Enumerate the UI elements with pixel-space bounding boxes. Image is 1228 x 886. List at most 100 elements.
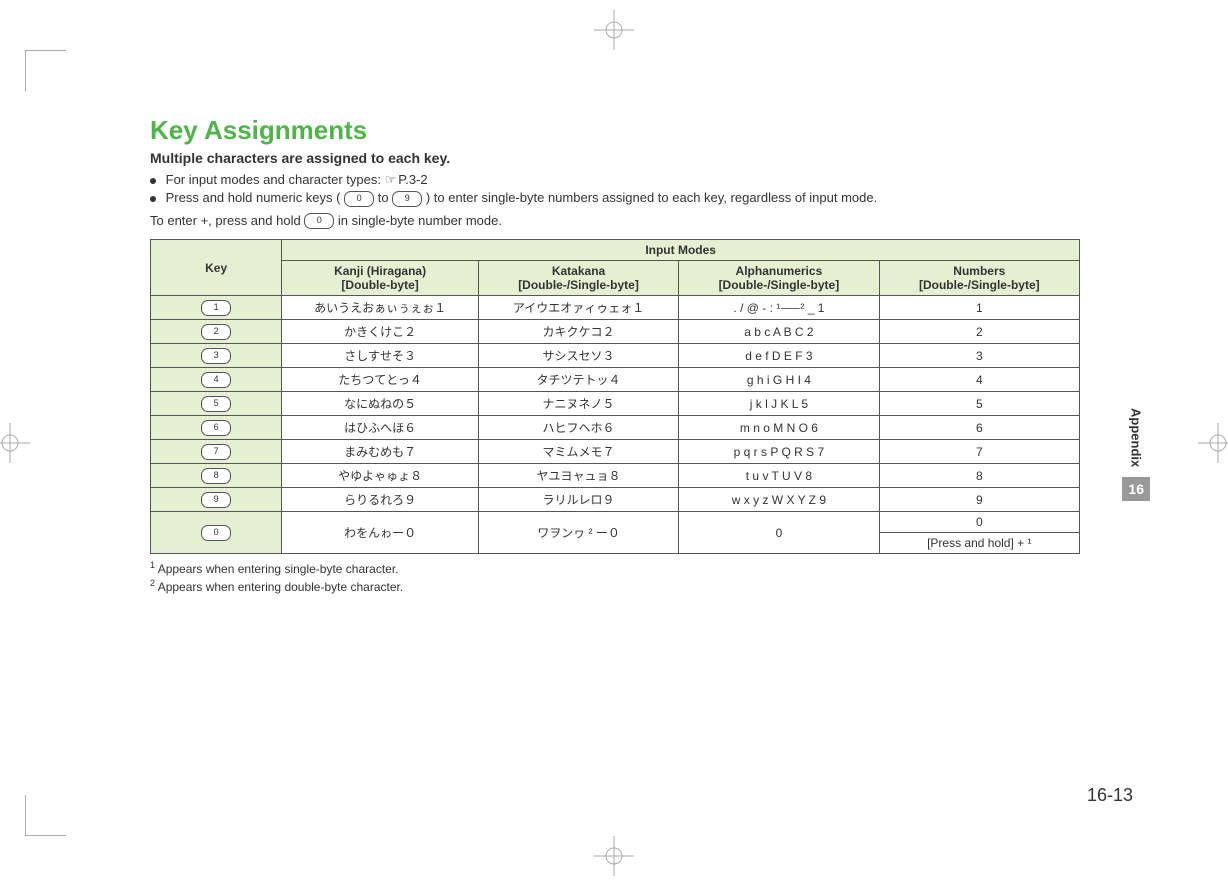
note-a: To enter +, press and hold <box>150 213 304 228</box>
number-cell-hold: [Press and hold] + ¹ <box>879 533 1079 554</box>
cross-ref: P.3-2 <box>398 172 427 187</box>
kanji-cell: やゆよゃゅょ８ <box>282 464 479 488</box>
key-cell: 9 <box>151 488 282 512</box>
th-modes: Input Modes <box>282 240 1080 261</box>
alpha-cell: t u v T U V 8 <box>679 464 879 488</box>
subtitle: Multiple characters are assigned to each… <box>150 150 1128 166</box>
note-line: To enter +, press and hold 0 in single-b… <box>150 213 1128 230</box>
key-cell: 8 <box>151 464 282 488</box>
katakana-cell: ワヲンヮ ² ー０ <box>478 512 678 554</box>
footnotes: 1 Appears when entering single-byte char… <box>150 560 1128 594</box>
alpha-cell: m n o M N O 6 <box>679 416 879 440</box>
table-row: 3さしすせそ３サシスセソ３d e f D E F 33 <box>151 344 1080 368</box>
side-tab: Appendix 16 <box>1122 400 1150 600</box>
key-0-icon: 0 <box>344 191 374 207</box>
key-4-icon: 4 <box>201 372 231 388</box>
page-title: Key Assignments <box>150 115 1128 146</box>
reg-mark-left <box>0 423 30 463</box>
kanji-cell: さしすせそ３ <box>282 344 479 368</box>
katakana-cell: マミムメモ７ <box>478 440 678 464</box>
key-0-icon: 0 <box>304 213 334 229</box>
alpha-cell: 0 <box>679 512 879 554</box>
th-katakana: Katakana[Double-/Single-byte] <box>478 261 678 296</box>
number-cell: 8 <box>879 464 1079 488</box>
alpha-cell: . / @ - : ¹⸺² _ 1 <box>679 296 879 320</box>
key-assignments-table: Key Input Modes Kanji (Hiragana)[Double-… <box>150 239 1080 554</box>
kanji-cell: かきくけこ２ <box>282 320 479 344</box>
bullet-1-text: For input modes and character types: <box>166 172 385 187</box>
bullet-2-c: ) to enter single-byte numbers assigned … <box>426 190 877 205</box>
bullet-2-a: Press and hold numeric keys ( <box>166 190 341 205</box>
key-8-icon: 8 <box>201 468 231 484</box>
number-cell: 7 <box>879 440 1079 464</box>
katakana-cell: ナニヌネノ５ <box>478 392 678 416</box>
number-cell: 2 <box>879 320 1079 344</box>
number-cell: 9 <box>879 488 1079 512</box>
table-row: 5なにぬねの５ナニヌネノ５j k l J K L 55 <box>151 392 1080 416</box>
katakana-cell: ヤユヨャュョ８ <box>478 464 678 488</box>
key-cell: 4 <box>151 368 282 392</box>
alpha-cell: d e f D E F 3 <box>679 344 879 368</box>
th-numbers: Numbers[Double-/Single-byte] <box>879 261 1079 296</box>
table-row: 2かきくけこ２カキクケコ２a b c A B C 22 <box>151 320 1080 344</box>
key-cell: 1 <box>151 296 282 320</box>
key-1-icon: 1 <box>201 300 231 316</box>
th-kanji: Kanji (Hiragana)[Double-byte] <box>282 261 479 296</box>
side-chapter-number: 16 <box>1122 477 1150 501</box>
bullet-2-b: to <box>378 190 392 205</box>
table-row: 8やゆよゃゅょ８ヤユヨャュョ８t u v T U V 88 <box>151 464 1080 488</box>
intro-bullets: For input modes and character types: ☞P.… <box>150 172 1128 207</box>
note-b: in single-byte number mode. <box>338 213 502 228</box>
key-cell: 5 <box>151 392 282 416</box>
number-cell: 4 <box>879 368 1079 392</box>
table-row: 9らりるれろ９ラリルレロ９w x y z W X Y Z 99 <box>151 488 1080 512</box>
key-7-icon: 7 <box>201 444 231 460</box>
katakana-cell: アイウエオァィゥェォ１ <box>478 296 678 320</box>
bullet-dot-icon <box>150 196 156 202</box>
key-cell: 2 <box>151 320 282 344</box>
key-3-icon: 3 <box>201 348 231 364</box>
table-row: 6はひふへほ６ハヒフヘホ６m n o M N O 66 <box>151 416 1080 440</box>
alpha-cell: j k l J K L 5 <box>679 392 879 416</box>
key-cell: 6 <box>151 416 282 440</box>
reg-mark-right <box>1198 423 1228 463</box>
pointer-icon: ☞ <box>385 172 397 188</box>
table-row: 7まみむめも７マミムメモ７p q r s P Q R S 77 <box>151 440 1080 464</box>
key-5-icon: 5 <box>201 396 231 412</box>
reg-mark-bottom <box>594 836 634 876</box>
alpha-cell: a b c A B C 2 <box>679 320 879 344</box>
footnote-2: 2 Appears when entering double-byte char… <box>150 578 1128 594</box>
table-row: 0わをんゎー０ワヲンヮ ² ー０00 <box>151 512 1080 533</box>
kanji-cell: らりるれろ９ <box>282 488 479 512</box>
table-row: 1 あいうえおぁぃぅぇぉ１アイウエオァィゥェォ１. / @ - : ¹⸺² _ 1… <box>151 296 1080 320</box>
page: Key Assignments Multiple characters are … <box>0 0 1228 886</box>
bullet-2: Press and hold numeric keys ( 0 to 9 ) t… <box>150 190 1128 207</box>
alpha-cell: g h i G H I 4 <box>679 368 879 392</box>
key-9-icon: 9 <box>201 492 231 508</box>
kanji-cell: わをんゎー０ <box>282 512 479 554</box>
key-9-icon: 9 <box>392 191 422 207</box>
number-cell: 5 <box>879 392 1079 416</box>
key-cell: 0 <box>151 512 282 554</box>
bullet-1: For input modes and character types: ☞P.… <box>150 172 1128 188</box>
katakana-cell: タチツテトッ４ <box>478 368 678 392</box>
kanji-cell: たちつてとっ４ <box>282 368 479 392</box>
kanji-cell: はひふへほ６ <box>282 416 479 440</box>
kanji-cell: なにぬねの５ <box>282 392 479 416</box>
crop-mark-tl <box>25 50 66 91</box>
th-key: Key <box>151 240 282 296</box>
key-2-icon: 2 <box>201 324 231 340</box>
page-number: 16-13 <box>1087 785 1133 806</box>
table-row: 4たちつてとっ４タチツテトッ４g h i G H I 44 <box>151 368 1080 392</box>
number-cell: 1 <box>879 296 1079 320</box>
katakana-cell: ハヒフヘホ６ <box>478 416 678 440</box>
footnote-1: 1 Appears when entering single-byte char… <box>150 560 1128 576</box>
alpha-cell: p q r s P Q R S 7 <box>679 440 879 464</box>
alpha-cell: w x y z W X Y Z 9 <box>679 488 879 512</box>
katakana-cell: カキクケコ２ <box>478 320 678 344</box>
reg-mark-top <box>594 10 634 50</box>
katakana-cell: ラリルレロ９ <box>478 488 678 512</box>
number-cell: 0 <box>879 512 1079 533</box>
kanji-cell: あいうえおぁぃぅぇぉ１ <box>282 296 479 320</box>
key-6-icon: 6 <box>201 420 231 436</box>
